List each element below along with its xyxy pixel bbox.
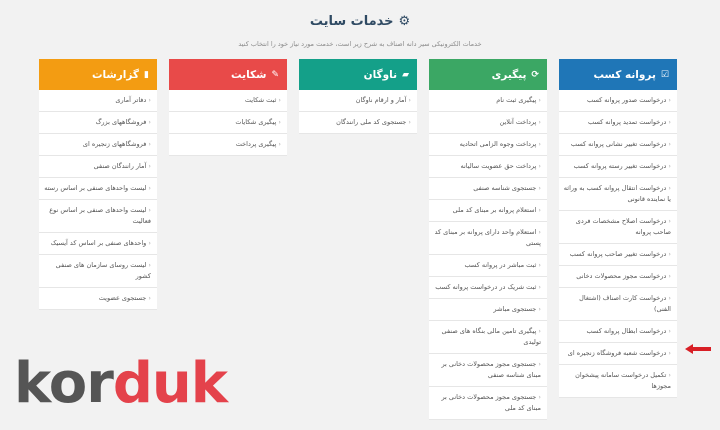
panel-title: ناوگان [363,68,398,81]
list-item[interactable]: پیگیری پرداخت [169,134,287,156]
list-item[interactable]: درخواست تغییر صاحب پروانه کسب [559,244,677,266]
list-item[interactable]: آمار رانندگان صنفی [39,156,157,178]
list-item[interactable]: فروشگاههای زنجیره ای [39,134,157,156]
list-item[interactable]: پیگیری ثبت نام [429,90,547,112]
list-item[interactable]: درخواست صدور پروانه کسب [559,90,677,112]
arrow-left-icon [685,344,711,354]
service-list: ثبت شکایت پیگیری شکایات پیگیری پرداخت [169,90,287,156]
logo-part-2: duk [112,351,228,416]
list-item[interactable]: لیست روسای سازمان های صنفی کشور [39,255,157,288]
list-item[interactable]: پرداخت آنلاین [429,112,547,134]
list-item[interactable]: درخواست مجوز محصولات دخانی [559,266,677,288]
gears-icon: ⚙ [398,14,411,29]
list-item[interactable]: تکمیل درخواست سامانه پیشخوان مجوزها [559,365,677,398]
edit-icon: ✎ [271,69,279,80]
list-item[interactable]: درخواست انتقال پروانه کسب به وراثه یا نم… [559,178,677,211]
page-subtitle: خدمات الکترونیکی سیر دانه اصناف به شرح ز… [238,40,482,48]
list-item[interactable]: لیست واحدهای صنفی بر اساس نوع فعالیت [39,200,157,233]
panel-complaint: ✎ شکایت ثبت شکایت پیگیری شکایات پیگیری پ… [169,59,287,156]
list-item[interactable]: جستجوی کد ملی رانندگان [299,112,417,134]
list-item[interactable]: جستجوی مجوز محصولات دخانی بر مبنای کد مل… [429,387,547,420]
list-item[interactable]: پرداخت حق عضویت سالیانه [429,156,547,178]
panel-header[interactable]: ⟳ پیگیری [429,59,547,90]
list-item[interactable]: درخواست شعبه فروشگاه زنجیره ای [559,343,677,365]
list-item[interactable]: درخواست تغییر رسته پروانه کسب [559,156,677,178]
chart-icon: ▮ [144,69,149,80]
panel-header[interactable]: ▰ ناوگان [299,59,417,90]
list-item[interactable]: ثبت مباشر در پروانه کسب [429,255,547,277]
service-list: آمار و ارقام ناوگان جستجوی کد ملی رانندگ… [299,90,417,134]
panel-header[interactable]: ✎ شکایت [169,59,287,90]
list-item[interactable]: استعلام واحد دارای پروانه بر مبنای کد پس… [429,222,547,255]
panel-reports: ▮ گزارشات دفاتر آماری فروشگاههای بزرگ فر… [39,59,157,310]
page-header: ⚙ خدمات سایت خدمات الکترونیکی سیر دانه ا… [0,10,720,48]
list-item[interactable]: فروشگاههای بزرگ [39,112,157,134]
list-item[interactable]: واحدهای صنفی بر اساس کد آیسیک [39,233,157,255]
panel-business-license: ☑ پروانه کسب درخواست صدور پروانه کسب درخ… [559,59,677,398]
list-item[interactable]: جستجوی مباشر [429,299,547,321]
panel-header[interactable]: ▮ گزارشات [39,59,157,90]
list-item[interactable]: درخواست اصلاح مشخصات فردی صاحب پروانه [559,211,677,244]
panel-title: گزارشات [91,68,140,81]
list-item[interactable]: استعلام پروانه بر مبنای کد ملی [429,200,547,222]
service-list: درخواست صدور پروانه کسب درخواست تمدید پر… [559,90,677,398]
panel-header[interactable]: ☑ پروانه کسب [559,59,677,90]
list-item[interactable]: درخواست تغییر نشانی پروانه کسب [559,134,677,156]
list-item[interactable]: جستجوی عضویت [39,288,157,310]
page-title-text: خدمات سایت [309,14,394,29]
korduk-logo: kor duk [14,351,228,416]
list-item[interactable]: درخواست تمدید پروانه کسب [559,112,677,134]
list-item[interactable]: پرداخت وجوه الزامی اتحادیه [429,134,547,156]
service-list: پیگیری ثبت نام پرداخت آنلاین پرداخت وجوه… [429,90,547,420]
panel-tracking: ⟳ پیگیری پیگیری ثبت نام پرداخت آنلاین پر… [429,59,547,420]
list-item[interactable]: ثبت شریک در درخواست پروانه کسب [429,277,547,299]
list-item[interactable]: آمار و ارقام ناوگان [299,90,417,112]
list-item[interactable]: درخواست ابطال پروانه کسب [559,321,677,343]
page-title: ⚙ خدمات سایت [310,14,410,29]
truck-icon: ▰ [402,69,409,80]
panel-fleet: ▰ ناوگان آمار و ارقام ناوگان جستجوی کد م… [299,59,417,134]
panel-title: پروانه کسب [593,68,656,81]
refresh-icon: ⟳ [531,69,539,80]
list-item[interactable]: لیست واحدهای صنفی بر اساس رسته [39,178,157,200]
logo-part-1: kor [14,351,114,416]
list-item[interactable]: جستجوی شناسه صنفی [429,178,547,200]
checkbox-icon: ☑ [660,69,669,80]
panel-title: پیگیری [491,68,527,81]
list-item[interactable]: پیگیری شکایات [169,112,287,134]
list-item[interactable]: پیگیری تامین مالی بنگاه های صنفی تولیدی [429,321,547,354]
list-item[interactable]: دفاتر آماری [39,90,157,112]
list-item[interactable]: درخواست کارت اصناف (اشتغال الفنی) [559,288,677,321]
list-item[interactable]: ثبت شکایت [169,90,287,112]
service-list: دفاتر آماری فروشگاههای بزرگ فروشگاههای ز… [39,90,157,310]
panel-title: شکایت [231,68,267,81]
list-item[interactable]: جستجوی مجوز محصولات دخانی بر مبنای شناسه… [429,354,547,387]
